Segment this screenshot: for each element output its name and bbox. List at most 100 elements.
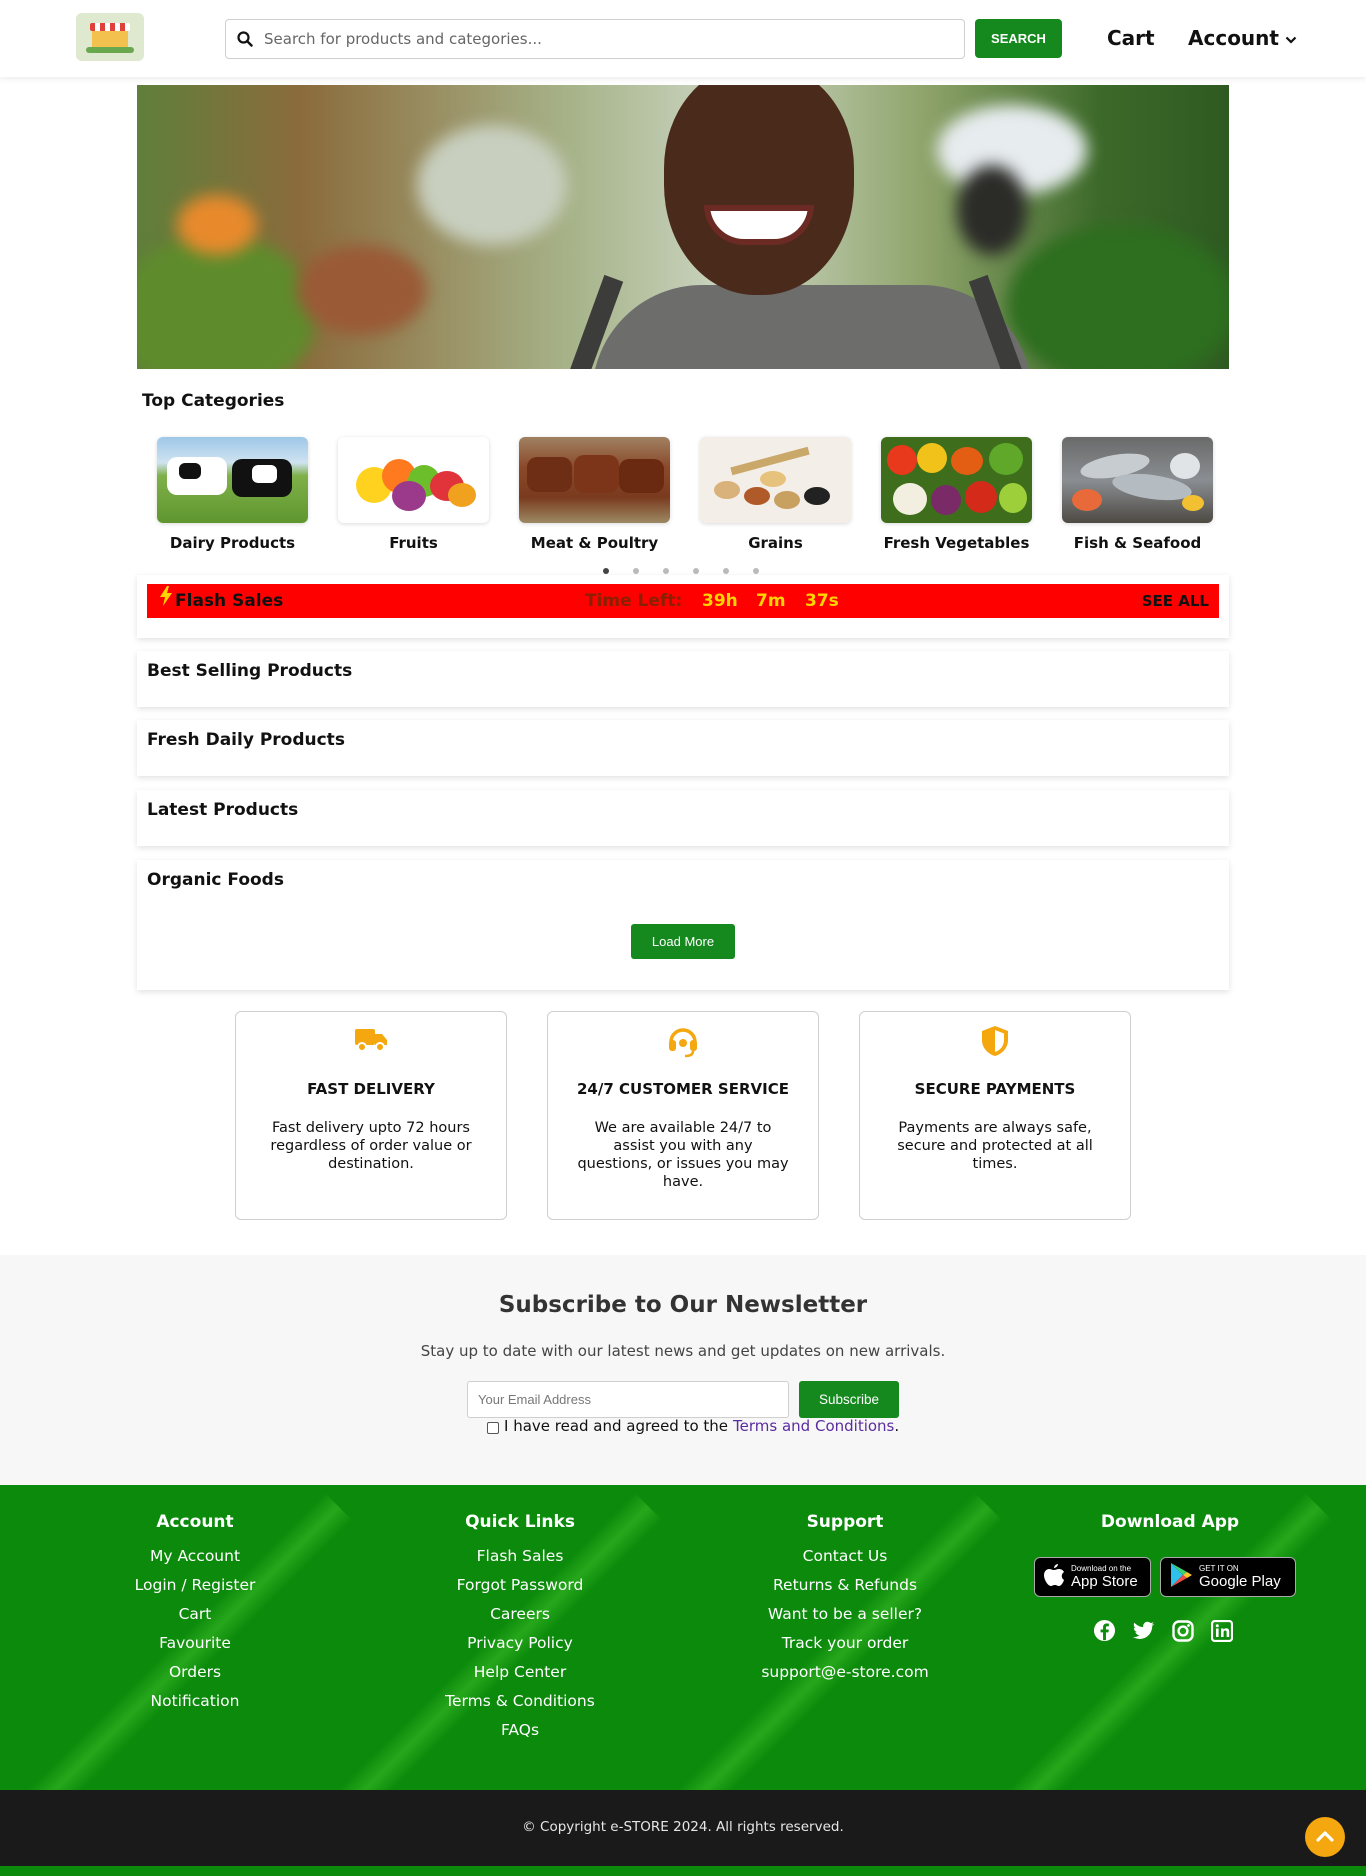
category-vegetables[interactable]: Fresh Vegetables xyxy=(881,437,1032,552)
search-input[interactable] xyxy=(264,30,964,48)
search-button[interactable]: SEARCH xyxy=(975,19,1062,58)
carousel-dot[interactable] xyxy=(693,568,699,574)
latest-products-section: Latest Products xyxy=(137,790,1229,846)
fresh-daily-section: Fresh Daily Products xyxy=(137,720,1229,776)
google-play-small-text: GET IT ON xyxy=(1199,1564,1239,1573)
countdown-minutes: 7m xyxy=(756,591,786,611)
carousel-dots xyxy=(603,568,759,574)
category-dairy[interactable]: Dairy Products xyxy=(157,437,308,552)
hero-produce-blur xyxy=(957,165,1027,255)
category-label: Fresh Vegetables xyxy=(883,534,1030,552)
carousel-dot[interactable] xyxy=(723,568,729,574)
top-categories-title: Top Categories xyxy=(142,391,285,411)
footer-link[interactable]: Flash Sales xyxy=(390,1542,650,1571)
footer-link[interactable]: Careers xyxy=(390,1600,650,1629)
footer-support-column: Support Contact Us Returns & Refunds Wan… xyxy=(715,1512,975,1687)
feature-description: Payments are always safe, secure and pro… xyxy=(897,1120,1093,1172)
section-title: Organic Foods xyxy=(147,870,284,890)
hero-person-head xyxy=(664,85,854,295)
google-play-button[interactable]: GET IT ON Google Play xyxy=(1160,1557,1296,1597)
category-label: Fruits xyxy=(389,534,438,552)
shield-icon xyxy=(860,1024,1130,1060)
footer-link[interactable]: Help Center xyxy=(390,1658,650,1687)
feature-fast-delivery: FAST DELIVERY Fast delivery upto 72 hour… xyxy=(235,1011,507,1220)
lightning-icon xyxy=(159,586,173,611)
instagram-icon[interactable] xyxy=(1171,1619,1194,1642)
account-label: Account xyxy=(1188,26,1279,50)
footer-link[interactable]: Favourite xyxy=(65,1629,325,1658)
facebook-icon[interactable] xyxy=(1093,1619,1116,1642)
footer-quick-links-column: Quick Links Flash Sales Forgot Password … xyxy=(390,1512,650,1745)
scroll-to-top-button[interactable] xyxy=(1305,1817,1345,1857)
footer-link[interactable]: support@e-store.com xyxy=(715,1658,975,1687)
subscribe-button[interactable]: Subscribe xyxy=(799,1381,899,1418)
twitter-icon[interactable] xyxy=(1132,1619,1155,1642)
category-label: Fish & Seafood xyxy=(1073,534,1202,552)
footer-link[interactable]: Login / Register xyxy=(65,1571,325,1600)
terms-link[interactable]: Terms and Conditions xyxy=(733,1417,894,1435)
footer-link[interactable]: Orders xyxy=(65,1658,325,1687)
hero-produce-blur xyxy=(297,245,427,335)
linkedin-icon[interactable] xyxy=(1210,1619,1233,1642)
cart-link[interactable]: Cart xyxy=(1107,26,1155,50)
copyright-bar: © Copyright e-STORE 2024. All rights res… xyxy=(0,1790,1366,1866)
terms-suffix: . xyxy=(894,1417,900,1435)
footer-column-title: Download App xyxy=(1100,1512,1240,1532)
category-fruits[interactable]: Fruits xyxy=(338,437,489,552)
footer-link[interactable]: Privacy Policy xyxy=(390,1629,650,1658)
hero-banner[interactable] xyxy=(137,85,1229,369)
terms-checkbox[interactable] xyxy=(487,1422,499,1434)
newsletter-title: Subscribe to Our Newsletter xyxy=(498,1292,868,1318)
footer-link[interactable]: Track your order xyxy=(715,1629,975,1658)
carousel-dot[interactable] xyxy=(753,568,759,574)
footer-link[interactable]: Cart xyxy=(65,1600,325,1629)
footer-link[interactable]: Returns & Refunds xyxy=(715,1571,975,1600)
social-links xyxy=(1093,1619,1233,1642)
footer-link[interactable]: Contact Us xyxy=(715,1542,975,1571)
flash-sales-label: Flash Sales xyxy=(175,591,284,611)
carousel-dot[interactable] xyxy=(633,568,639,574)
flash-sales-bar: Flash Sales Time Left: 39h 7m 37s SEE AL… xyxy=(147,584,1219,618)
section-title: Latest Products xyxy=(147,800,299,820)
load-more-button[interactable]: Load More xyxy=(631,924,735,959)
feature-description: Fast delivery upto 72 hours regardless o… xyxy=(270,1120,472,1172)
footer-link[interactable]: Notification xyxy=(65,1687,325,1716)
newsletter-email-input[interactable] xyxy=(467,1381,789,1418)
category-grains[interactable]: Grains xyxy=(700,437,851,552)
category-fish[interactable]: Fish & Seafood xyxy=(1062,437,1213,552)
footer-link[interactable]: FAQs xyxy=(390,1716,650,1745)
search-icon xyxy=(226,31,264,47)
logo-stall-base xyxy=(86,47,134,53)
truck-icon xyxy=(236,1024,506,1060)
category-meat[interactable]: Meat & Poultry xyxy=(519,437,670,552)
carousel-dot[interactable] xyxy=(603,568,609,574)
see-all-link[interactable]: SEE ALL xyxy=(1142,592,1209,610)
account-menu[interactable]: Account xyxy=(1188,26,1297,50)
section-title: Best Selling Products xyxy=(147,661,353,681)
hero-produce-blur xyxy=(417,125,567,245)
footer-link[interactable]: Forgot Password xyxy=(390,1571,650,1600)
footer-column-title: Quick Links xyxy=(465,1512,575,1532)
category-image-vegetables xyxy=(881,437,1032,523)
site-logo[interactable] xyxy=(76,13,144,61)
app-store-big-text: App Store xyxy=(1071,1573,1138,1590)
carousel-dot[interactable] xyxy=(663,568,669,574)
hero-person-body xyxy=(592,285,1032,369)
google-play-big-text: Google Play xyxy=(1199,1573,1281,1590)
hero-produce-blur xyxy=(177,195,257,255)
best-selling-section: Best Selling Products xyxy=(137,651,1229,707)
footer-link[interactable]: Terms & Conditions xyxy=(390,1687,650,1716)
footer-column-title: Account xyxy=(156,1512,234,1532)
category-image-dairy xyxy=(157,437,308,523)
category-image-meat xyxy=(519,437,670,523)
logo-stall-roof xyxy=(90,23,130,31)
chevron-up-icon xyxy=(1316,1828,1334,1847)
app-store-button[interactable]: Download on the App Store xyxy=(1034,1557,1151,1597)
organic-foods-section: Organic Foods Load More xyxy=(137,860,1229,990)
category-image-fruits xyxy=(338,437,489,523)
footer-link[interactable]: Want to be a seller? xyxy=(715,1600,975,1629)
category-label: Grains xyxy=(748,534,803,552)
footer-link[interactable]: My Account xyxy=(65,1542,325,1571)
headset-icon xyxy=(548,1024,818,1060)
app-store-small-text: Download on the xyxy=(1071,1564,1132,1573)
